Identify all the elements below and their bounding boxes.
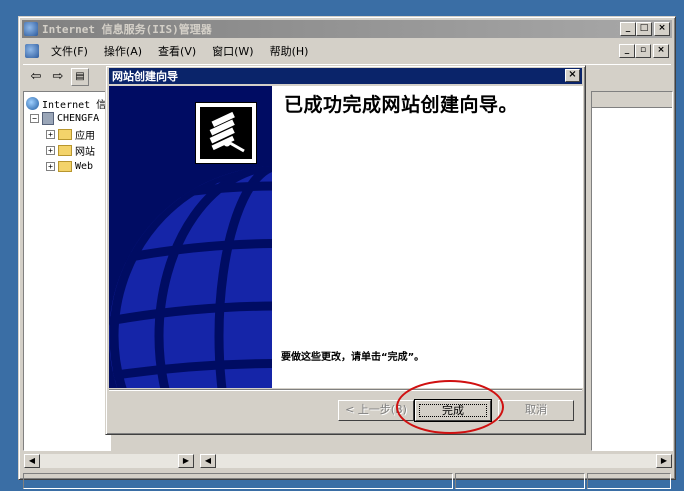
server-icon — [42, 111, 54, 125]
iis-app-icon — [24, 22, 38, 36]
close-button[interactable]: × — [654, 22, 670, 36]
minimize-button[interactable]: _ — [620, 22, 636, 36]
menu-view[interactable]: 查看(V) — [150, 43, 204, 59]
wizard-content: 已成功完成网站创建向导。 要做这些更改，请单击“完成”。 — [272, 86, 583, 388]
expand-icon[interactable]: + — [46, 129, 55, 139]
details-hscrollbar[interactable]: ◀ ▶ — [199, 453, 673, 469]
folder-icon — [58, 160, 72, 172]
back-arrow-icon[interactable]: ⇦ — [27, 68, 45, 86]
status-panel-main — [23, 473, 453, 489]
menu-action[interactable]: 操作(A) — [96, 43, 150, 59]
tree-item-root[interactable]: Internet 信 — [26, 96, 107, 111]
main-window-title: Internet 信息服务(IIS)管理器 — [42, 23, 212, 36]
expand-icon[interactable]: + — [46, 161, 55, 171]
status-bar — [23, 473, 671, 491]
menu-file[interactable]: 文件(F) — [43, 43, 96, 59]
tree-child-label: Web — [75, 160, 94, 172]
wizard-title: 网站创建向导 — [112, 70, 178, 83]
scroll-right-icon[interactable]: ▶ — [656, 454, 672, 468]
status-panel-2 — [455, 473, 585, 489]
scroll-left-icon[interactable]: ◀ — [200, 454, 216, 468]
desktop: Internet 信息服务(IIS)管理器 _ □ × 文件(F) 操作(A) … — [0, 0, 684, 490]
tree-hscrollbar[interactable]: ◀ ▶ — [23, 453, 195, 469]
wizard-heading: 已成功完成网站创建向导。 — [284, 94, 519, 116]
mdi-minimize-button[interactable]: _ — [619, 44, 635, 58]
main-titlebar: Internet 信息服务(IIS)管理器 _ □ × — [22, 20, 672, 38]
expand-icon[interactable]: + — [46, 145, 55, 155]
wizard-banner — [109, 86, 272, 388]
details-header — [592, 92, 672, 108]
tree-server-label: CHENGFA — [57, 112, 100, 124]
up-folder-icon[interactable]: ▤ — [71, 67, 89, 86]
website-creation-wizard-dialog: 网站创建向导 × 已成功完成网站创建向导。 要做这些更改，请单击“完成”。 < … — [105, 65, 586, 435]
globe-icon — [26, 96, 39, 110]
tree-root-label: Internet 信 — [42, 99, 107, 111]
mdi-close-button[interactable]: × — [653, 44, 669, 58]
details-pane — [591, 91, 673, 451]
forward-arrow-icon[interactable]: ⇨ — [49, 68, 67, 86]
cancel-button[interactable]: 取消 — [498, 400, 574, 421]
tree-item-app-pools[interactable]: + 应用 — [46, 127, 95, 142]
mdi-restore-button[interactable]: ▫ — [635, 44, 651, 58]
scroll-right-icon[interactable]: ▶ — [178, 454, 194, 468]
menu-window[interactable]: 窗口(W) — [204, 43, 261, 59]
tree-pane: Internet 信 − CHENGFA + 应用 + 网站 + Web — [23, 91, 111, 451]
menu-bar: 文件(F) 操作(A) 查看(V) 窗口(W) 帮助(H) _ ▫ × — [23, 41, 671, 61]
status-panel-3 — [587, 473, 671, 489]
menu-help[interactable]: 帮助(H) — [262, 43, 317, 59]
tree-child-label: 应用 — [75, 130, 95, 142]
maximize-button[interactable]: □ — [636, 22, 652, 36]
wizard-instruction: 要做这些更改，请单击“完成”。 — [281, 352, 425, 363]
highlight-circle-annotation — [396, 380, 504, 434]
tree-item-server[interactable]: − CHENGFA — [30, 111, 99, 125]
tree-item-web-extensions[interactable]: + Web — [46, 159, 93, 173]
collapse-icon[interactable]: − — [30, 113, 39, 123]
wizard-books-icon — [195, 102, 257, 164]
button-separator — [109, 389, 582, 391]
tree-item-websites[interactable]: + 网站 — [46, 143, 95, 158]
folder-icon — [58, 128, 72, 140]
tree-child-label: 网站 — [75, 146, 95, 158]
system-menu-icon[interactable] — [25, 44, 39, 58]
wizard-titlebar: 网站创建向导 × — [109, 68, 582, 84]
folder-icon — [58, 144, 72, 156]
scroll-left-icon[interactable]: ◀ — [24, 454, 40, 468]
wizard-close-button[interactable]: × — [565, 69, 580, 82]
